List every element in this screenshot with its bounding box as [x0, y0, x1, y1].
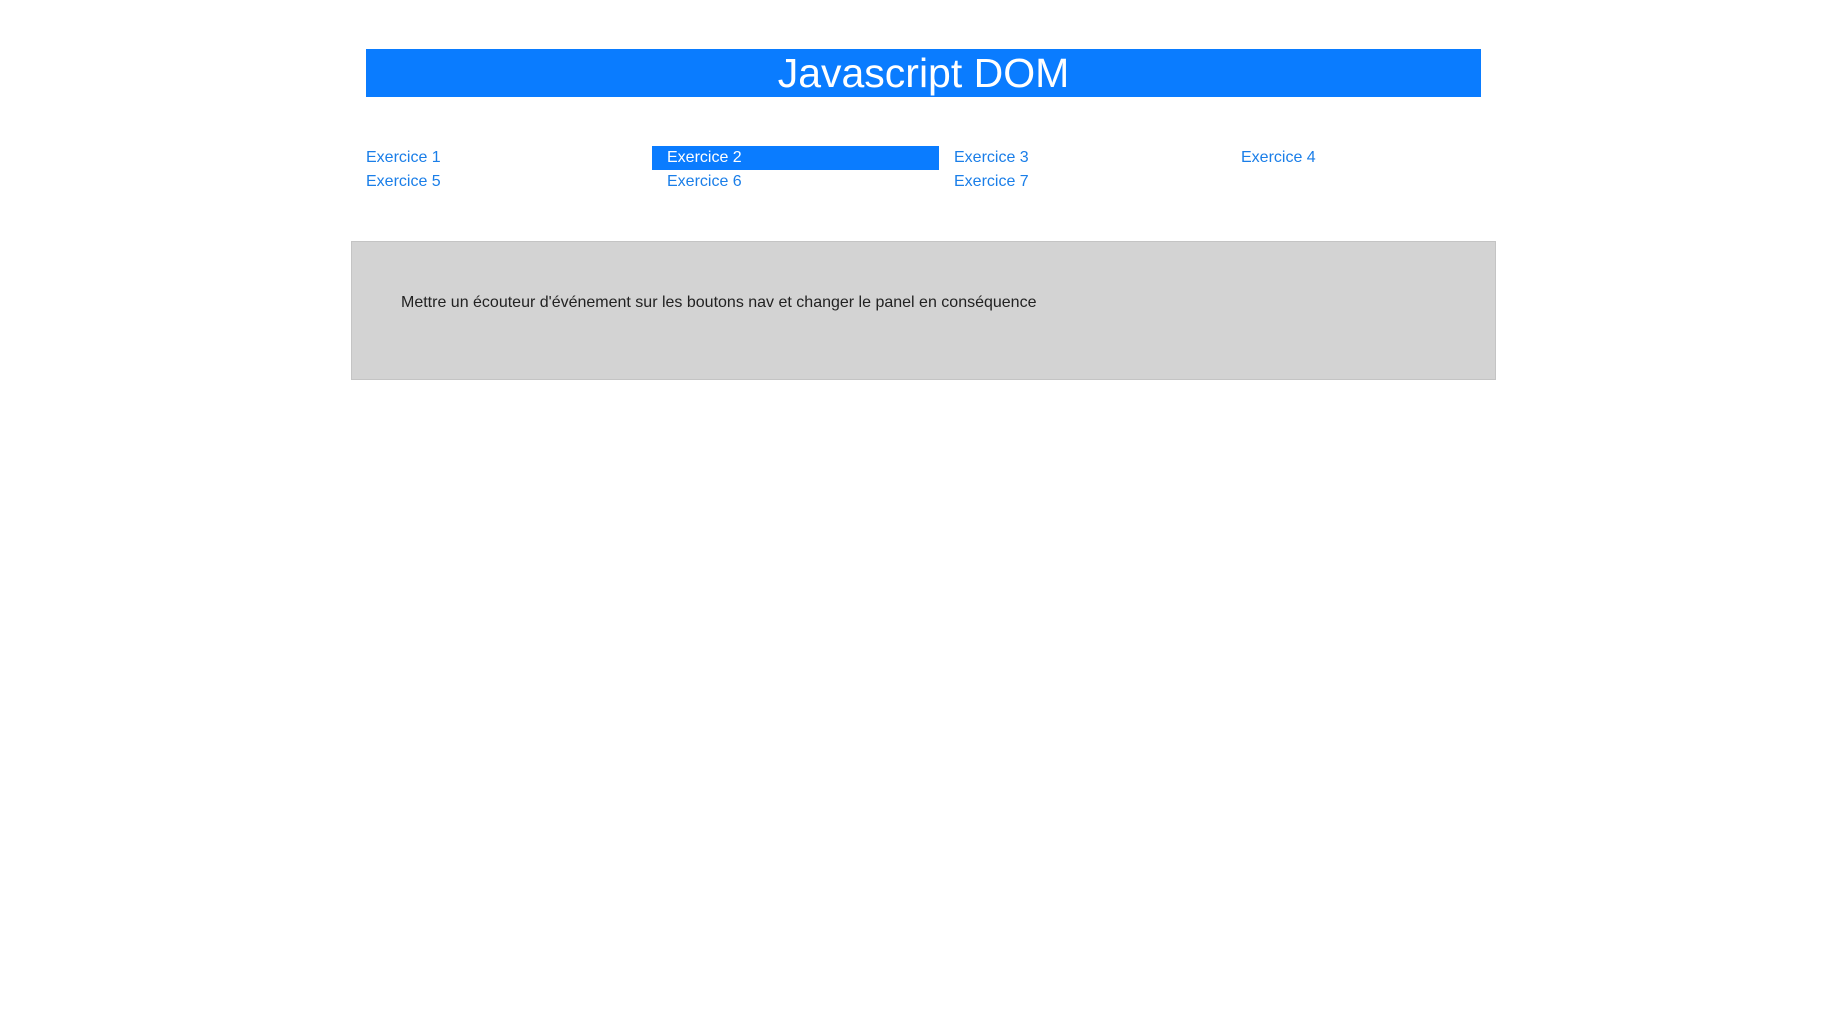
page: Javascript DOM Exercice 1 Exercice 2 Exe… [0, 0, 1837, 1029]
exercise-nav: Exercice 1 Exercice 2 Exercice 3 Exercic… [366, 146, 1511, 194]
nav-item-exercice-1[interactable]: Exercice 1 [366, 146, 652, 170]
page-title-banner: Javascript DOM [366, 49, 1481, 97]
nav-item-exercice-5[interactable]: Exercice 5 [366, 170, 652, 194]
exercise-panel: Mettre un écouteur d'événement sur les b… [351, 241, 1496, 380]
nav-item-exercice-7[interactable]: Exercice 7 [939, 170, 1226, 194]
nav-item-exercice-6[interactable]: Exercice 6 [652, 170, 939, 194]
nav-item-exercice-4[interactable]: Exercice 4 [1226, 146, 1511, 170]
nav-item-exercice-2[interactable]: Exercice 2 [652, 146, 939, 170]
page-title: Javascript DOM [777, 50, 1070, 96]
panel-instructions: Mettre un écouteur d'événement sur les b… [401, 294, 1037, 311]
nav-item-exercice-3[interactable]: Exercice 3 [939, 146, 1226, 170]
